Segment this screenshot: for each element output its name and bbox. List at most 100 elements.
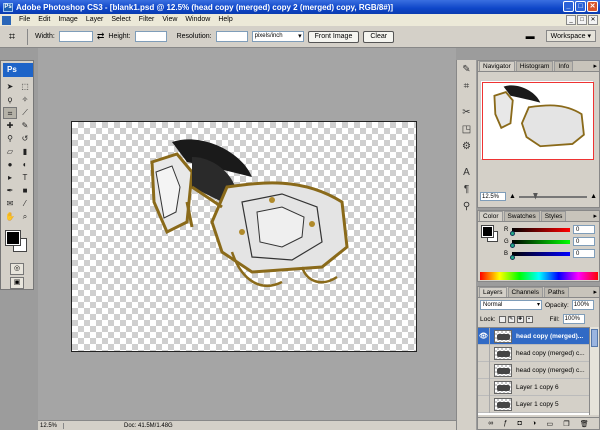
height-input[interactable] <box>134 31 167 42</box>
layer-name[interactable]: Layer 1 copy 5 <box>516 401 588 408</box>
channel-g-slider[interactable] <box>510 239 570 248</box>
navigator-zoom-slider-thumb[interactable] <box>532 192 538 200</box>
lasso-tool[interactable]: ϙ <box>3 94 17 106</box>
tab-info[interactable]: Info <box>554 61 574 71</box>
type-tool[interactable]: T <box>18 172 32 184</box>
channel-b-slider[interactable] <box>510 251 570 260</box>
tab-paths[interactable]: Paths <box>543 287 569 297</box>
layer-name[interactable]: head copy (merged) c... <box>516 350 588 357</box>
doc-minimize-button[interactable]: _ <box>566 15 576 25</box>
magic-wand-tool[interactable]: ✧ <box>18 94 32 106</box>
menu-image[interactable]: Image <box>54 14 81 26</box>
crop-tool[interactable]: ⌗ <box>3 107 17 119</box>
zoom-tool[interactable]: ⌕ <box>18 211 32 223</box>
channel-g-thumb[interactable] <box>510 242 515 248</box>
quick-mask-icon[interactable]: ◎ <box>10 263 24 275</box>
crop-preset-icon[interactable]: ⌗ <box>4 29 20 45</box>
units-select[interactable]: pixels/inch <box>251 31 304 42</box>
channel-b-thumb[interactable] <box>510 254 515 260</box>
brushes-icon[interactable]: ✎ <box>460 63 474 77</box>
menu-help[interactable]: Help <box>214 14 236 26</box>
minimize-button[interactable]: _ <box>563 1 574 12</box>
gradient-tool[interactable]: ▮ <box>18 146 32 158</box>
layer-row[interactable]: Layer 1 copy 5 <box>478 395 589 413</box>
group-icon[interactable]: ▭ <box>546 420 553 428</box>
menu-window[interactable]: Window <box>181 14 214 26</box>
dodge-tool[interactable]: ◐ <box>18 159 32 171</box>
layer-name[interactable]: head copy (merged)... <box>516 333 588 340</box>
resolution-input[interactable] <box>215 31 248 42</box>
menu-select[interactable]: Select <box>107 14 134 26</box>
foreground-color-swatch[interactable] <box>5 230 21 246</box>
status-zoom[interactable]: 12.5% <box>38 422 64 429</box>
tool-presets-icon[interactable]: ⌗ <box>460 80 474 94</box>
visibility-eye-icon[interactable] <box>478 361 490 379</box>
doc-restore-button[interactable]: □ <box>577 15 587 25</box>
notes-tool[interactable]: ✉ <box>3 198 17 210</box>
layer-name[interactable]: Layer 1 copy 6 <box>516 384 588 391</box>
move-tool[interactable]: ➤ <box>3 81 17 93</box>
clone-source-icon[interactable]: ⚲ <box>460 200 474 214</box>
menu-file[interactable]: File <box>15 14 34 26</box>
tab-color[interactable]: Color <box>479 211 503 221</box>
layer-row[interactable]: head copy (merged) c... <box>478 361 589 379</box>
fill-field[interactable]: 100% <box>562 314 585 324</box>
eraser-tool[interactable]: ▱ <box>3 146 17 158</box>
paragraph-icon[interactable]: ¶ <box>460 183 474 197</box>
opacity-field[interactable]: 100% <box>571 300 594 310</box>
pen-tool[interactable]: ✒ <box>3 185 17 197</box>
navigator-zoom-slider[interactable] <box>518 192 588 200</box>
tab-styles[interactable]: Styles <box>540 211 567 221</box>
tab-histogram[interactable]: Histogram <box>515 61 554 71</box>
channel-r-value[interactable]: 0 <box>573 225 595 234</box>
panel-menu-icon[interactable]: ▸ <box>593 62 597 70</box>
zoom-in-icon[interactable]: ▲ <box>590 193 597 200</box>
navigator-zoom-field[interactable]: 12.5% <box>480 192 506 201</box>
app-menu-icon[interactable] <box>2 15 11 25</box>
blur-tool[interactable]: ● <box>3 159 17 171</box>
screen-mode-icon[interactable]: ▣ <box>10 277 24 289</box>
color-spectrum-ramp[interactable] <box>480 272 598 280</box>
swap-dimensions-icon[interactable]: ⇄ <box>97 31 105 42</box>
color-panel-foreground-swatch[interactable] <box>481 225 494 238</box>
brush-tool[interactable]: ✎ <box>18 120 32 132</box>
new-layer-icon[interactable]: ❐ <box>563 420 569 428</box>
menu-edit[interactable]: Edit <box>34 14 54 26</box>
slice-tool[interactable]: ⟋ <box>18 107 32 119</box>
visibility-eye-icon[interactable] <box>478 344 490 362</box>
hand-tool[interactable]: ✋ <box>3 211 17 223</box>
trash-icon[interactable]: 🗑 <box>580 420 589 428</box>
channel-r-slider[interactable] <box>510 227 570 236</box>
layers-scrollbar[interactable] <box>589 327 599 415</box>
layer-row[interactable]: Layer 1 copy 6 <box>478 378 589 396</box>
clear-button[interactable]: Clear <box>363 30 395 43</box>
layer-row[interactable]: 👁 head copy (merged)... <box>478 328 589 345</box>
fx-icon[interactable]: ƒ <box>503 420 507 427</box>
channel-r-thumb[interactable] <box>510 230 515 236</box>
tab-swatches[interactable]: Swatches <box>503 211 540 221</box>
panel-menu-icon[interactable]: ▸ <box>593 212 597 220</box>
visibility-eye-icon[interactable] <box>478 395 490 413</box>
lock-all-icon[interactable]: ▪ <box>525 315 533 323</box>
navigator-preview[interactable] <box>480 80 594 160</box>
tab-navigator[interactable]: Navigator <box>479 61 515 71</box>
history-brush-tool[interactable]: ↺ <box>18 133 32 145</box>
close-button[interactable]: ✕ <box>587 1 598 12</box>
layer-name[interactable]: head copy (merged) c... <box>516 367 588 374</box>
layers-scroll-thumb[interactable] <box>591 329 598 347</box>
clone-stamp-tool[interactable]: ⚲ <box>3 133 17 145</box>
actions-icon[interactable]: ✂ <box>460 106 474 120</box>
tab-channels[interactable]: Channels <box>507 287 543 297</box>
maximize-button[interactable]: □ <box>575 1 586 12</box>
layer-comps-icon[interactable]: ⚙ <box>460 140 474 154</box>
lock-transparency-icon[interactable] <box>498 315 506 323</box>
adjustment-icon[interactable]: ◑ <box>532 420 536 427</box>
channel-b-value[interactable]: 0 <box>573 249 595 258</box>
healing-brush-tool[interactable]: ✚ <box>3 120 17 132</box>
front-image-button[interactable]: Front Image <box>307 30 360 43</box>
workspace-button[interactable]: Workspace ▾ <box>545 30 596 42</box>
marquee-tool[interactable]: ⬚ <box>18 81 32 93</box>
lock-position-icon[interactable]: ✚ <box>516 315 524 323</box>
panel-menu-icon[interactable]: ▸ <box>593 288 597 296</box>
doc-close-button[interactable]: ✕ <box>588 15 598 25</box>
